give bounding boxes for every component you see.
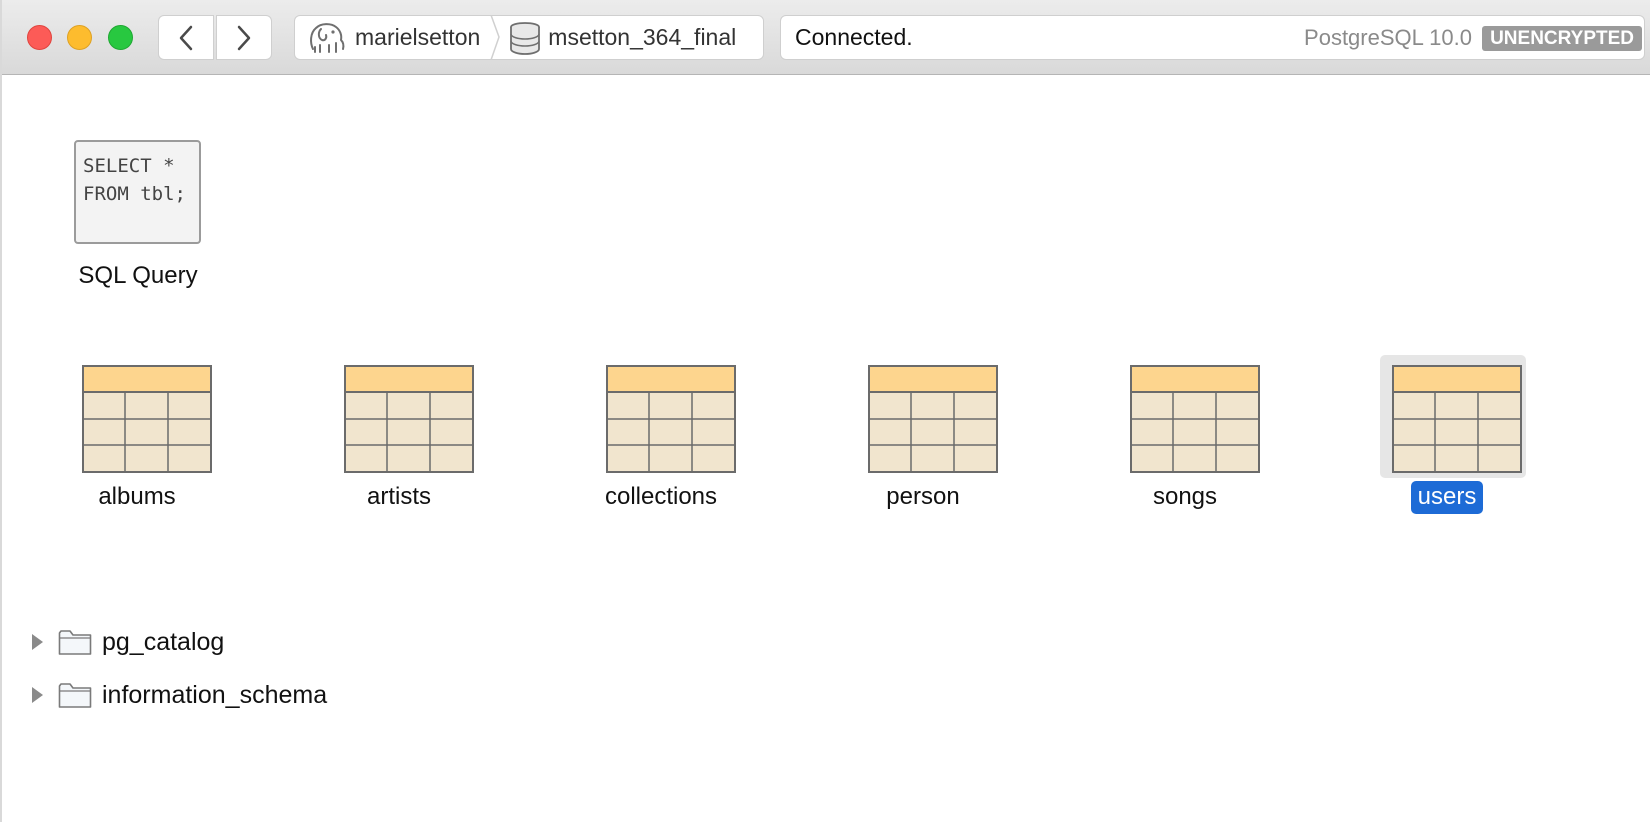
table-icon	[344, 365, 474, 473]
table-item-label: artists	[309, 483, 489, 511]
table-icon	[1130, 365, 1260, 473]
breadcrumb-server[interactable]: marielsetton	[295, 16, 480, 59]
schema-name: information_schema	[102, 680, 328, 709]
app-window: marielsetton msetton_364_final Connected…	[0, 0, 1650, 822]
table-item-label: albums	[47, 483, 227, 511]
toolbar: marielsetton msetton_364_final Connected…	[0, 0, 1650, 75]
table-item[interactable]: albums	[47, 365, 227, 535]
sql-query-icon: SELECT * FROM tbl;	[74, 140, 201, 244]
table-name: users	[1410, 481, 1484, 514]
chevron-right-icon	[237, 25, 251, 50]
sql-query-label: SQL Query	[78, 262, 198, 289]
minimize-window-button[interactable]	[67, 25, 92, 50]
table-icon	[1392, 365, 1522, 473]
table-icon	[606, 365, 736, 473]
schema-row[interactable]: information_schema	[30, 675, 327, 715]
zoom-window-button[interactable]	[108, 25, 133, 50]
table-item[interactable]: artists	[309, 365, 489, 535]
table-item[interactable]: songs	[1095, 365, 1275, 535]
elephant-icon	[307, 21, 347, 55]
table-item-label: collections	[571, 483, 751, 511]
folder-icon	[58, 628, 92, 656]
table-name: person	[886, 483, 960, 510]
database-browser: SELECT * FROM tbl; SQL Query albums artis…	[0, 75, 1650, 822]
breadcrumb-database-label: msetton_364_final	[548, 24, 737, 50]
schema-row[interactable]: pg_catalog	[30, 622, 224, 662]
table-name: collections	[604, 483, 718, 510]
breadcrumb: marielsetton msetton_364_final	[294, 15, 764, 60]
table-name: songs	[1152, 483, 1218, 510]
breadcrumb-separator	[490, 15, 501, 60]
schema-name: pg_catalog	[102, 627, 225, 656]
breadcrumb-server-label: marielsetton	[355, 24, 481, 50]
encryption-badge: UNENCRYPTED	[1482, 26, 1642, 51]
table-icon	[868, 365, 998, 473]
table-item-label: users	[1357, 481, 1537, 514]
connection-status-text: Connected.	[795, 24, 913, 50]
database-icon	[508, 21, 542, 55]
table-item-label: person	[833, 483, 1013, 511]
server-version-label: PostgreSQL 10.0	[1304, 25, 1472, 50]
table-icon	[82, 365, 212, 473]
connection-status-bar: Connected. PostgreSQL 10.0 UNENCRYPTED	[780, 15, 1645, 60]
folder-icon	[58, 681, 92, 709]
forward-button[interactable]	[216, 15, 272, 60]
table-item[interactable]: users	[1357, 355, 1537, 535]
close-window-button[interactable]	[27, 25, 52, 50]
disclosure-triangle-icon[interactable]	[30, 685, 48, 705]
table-item[interactable]: person	[833, 365, 1013, 535]
navigation-buttons	[158, 15, 272, 60]
table-name: albums	[98, 483, 176, 510]
table-item-label: songs	[1095, 483, 1275, 511]
breadcrumb-database[interactable]: msetton_364_final	[508, 16, 736, 59]
chevron-left-icon	[179, 25, 193, 50]
disclosure-triangle-icon[interactable]	[30, 632, 48, 652]
table-item[interactable]: collections	[571, 365, 751, 535]
back-button[interactable]	[158, 15, 214, 60]
table-name: artists	[366, 483, 431, 510]
